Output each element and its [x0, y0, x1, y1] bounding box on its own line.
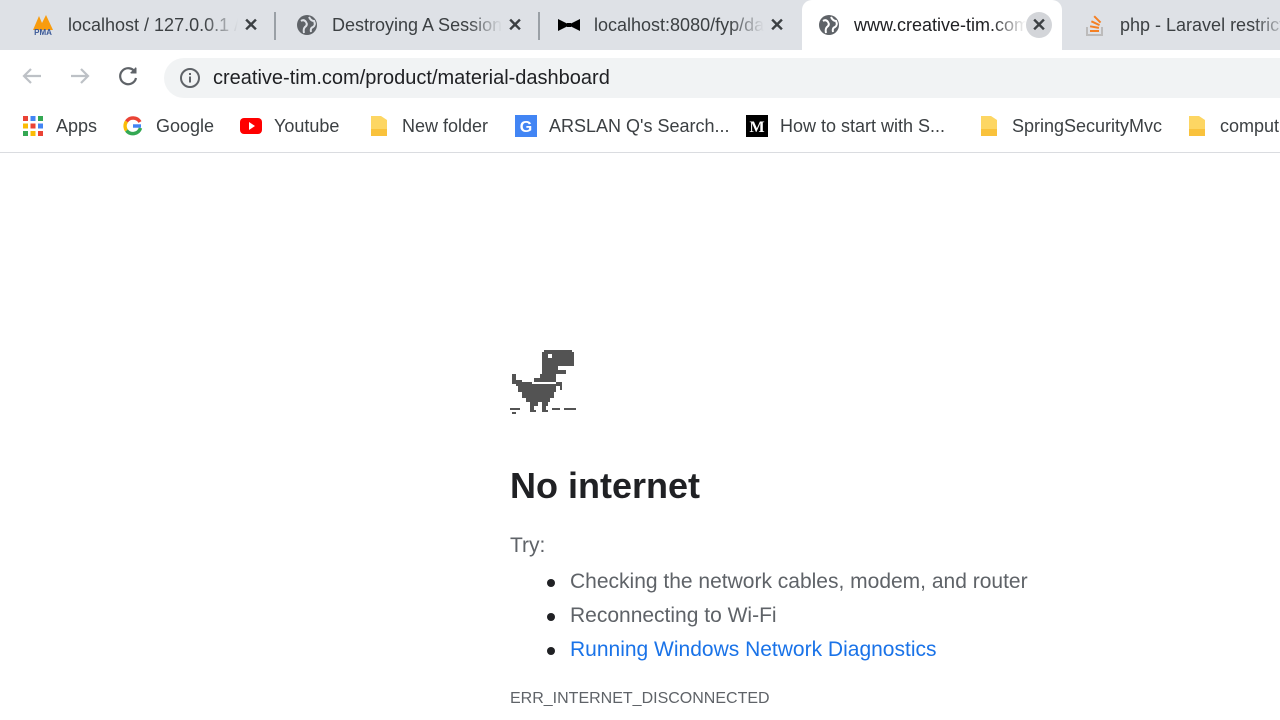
tab-creative-tim[interactable]: www.creative-tim.com ✕	[802, 0, 1062, 50]
medium-icon: M	[746, 115, 768, 137]
try-label: Try:	[510, 534, 546, 557]
bookmark-label: Google	[156, 115, 215, 136]
list-item: Checking the network cables, modem, and …	[510, 566, 1028, 600]
google-icon	[122, 115, 144, 137]
bullet-icon	[547, 613, 555, 621]
svg-text:M: M	[749, 119, 764, 136]
forward-button[interactable]	[62, 60, 98, 96]
tab-title: localhost:8080/fyp/da	[594, 14, 764, 35]
close-icon[interactable]: ✕	[1026, 12, 1052, 38]
network-diagnostics-link[interactable]: Running Windows Network Diagnostics	[570, 638, 937, 661]
toolbar: creative-tim.com/product/material-dashbo…	[0, 50, 1280, 106]
bookmark-new-folder[interactable]: New folder	[368, 106, 488, 146]
list-item: Running Windows Network Diagnostics	[510, 634, 1028, 668]
close-icon[interactable]: ✕	[502, 12, 528, 38]
globe-icon	[816, 12, 842, 38]
error-code: ERR_INTERNET_DISCONNECTED	[510, 690, 770, 707]
tab-strip: PMA localhost / 127.0.0.1 / ✕ Destroying…	[0, 0, 1280, 50]
youtube-icon	[240, 115, 262, 137]
bookmark-label: ARSLAN Q's Search...	[549, 115, 730, 136]
tab-separator	[538, 12, 540, 40]
bookmark-comput[interactable]: comput	[1186, 106, 1279, 146]
stackoverflow-icon	[1082, 12, 1108, 38]
bookmark-google[interactable]: Google	[122, 106, 214, 146]
bookmark-label: Apps	[56, 115, 98, 136]
bullet-icon	[547, 579, 555, 587]
bowtie-icon	[556, 12, 582, 38]
tab-separator	[274, 12, 276, 40]
back-arrow-icon	[21, 65, 43, 92]
bullet-icon	[547, 647, 555, 655]
g-blue-icon: G	[515, 115, 537, 137]
folder-icon	[978, 115, 1000, 137]
bookmark-label: comput	[1220, 115, 1280, 136]
tab-localhost-fyp[interactable]: localhost:8080/fyp/da ✕	[542, 0, 800, 50]
bookmark-how-to-start[interactable]: M How to start with S...	[746, 106, 945, 146]
bookmark-label: How to start with S...	[780, 115, 946, 136]
reload-button[interactable]	[110, 60, 146, 96]
bookmark-springsecuritymvc[interactable]: SpringSecurityMvc	[978, 106, 1162, 146]
globe-icon	[294, 12, 320, 38]
tab-destroying-session[interactable]: Destroying A Session ✕	[280, 0, 538, 50]
suggestion-text: Reconnecting to Wi-Fi	[570, 604, 777, 627]
bookmark-arslan-search[interactable]: G ARSLAN Q's Search...	[515, 106, 730, 146]
tab-laravel-question[interactable]: php - Laravel restrict	[1068, 0, 1280, 50]
info-icon[interactable]	[177, 65, 203, 91]
svg-text:PMA: PMA	[34, 28, 52, 36]
list-item: Reconnecting to Wi-Fi	[510, 600, 1028, 634]
forward-arrow-icon	[69, 65, 91, 92]
tab-title: php - Laravel restrict	[1120, 14, 1280, 35]
error-heading: No internet	[510, 465, 701, 506]
reload-icon	[117, 65, 139, 92]
back-button[interactable]	[14, 60, 50, 96]
bookmark-apps[interactable]: Apps	[22, 106, 97, 146]
bookmark-label: New folder	[402, 115, 489, 136]
folder-icon	[368, 115, 390, 137]
url-text[interactable]: creative-tim.com/product/material-dashbo…	[213, 67, 610, 90]
bookmark-label: SpringSecurityMvc	[1012, 115, 1163, 136]
tab-title: localhost / 127.0.0.1 /	[68, 14, 238, 35]
phpmyadmin-icon: PMA	[30, 12, 56, 38]
bookmark-label: Youtube	[274, 115, 340, 136]
suggestions-list: Checking the network cables, modem, and …	[510, 566, 1028, 668]
address-bar[interactable]: creative-tim.com/product/material-dashbo…	[164, 58, 1280, 98]
tab-phpmyadmin[interactable]: PMA localhost / 127.0.0.1 / ✕	[16, 0, 274, 50]
dinosaur-icon[interactable]	[510, 348, 578, 421]
svg-text:G: G	[520, 119, 532, 136]
close-icon[interactable]: ✕	[238, 12, 264, 38]
folder-icon	[1186, 115, 1208, 137]
bookmark-youtube[interactable]: Youtube	[240, 106, 339, 146]
suggestion-text: Checking the network cables, modem, and …	[570, 570, 1028, 593]
close-icon[interactable]: ✕	[764, 12, 790, 38]
bookmarks-bar: Apps Google Youtube New folder G ARSLAN …	[0, 106, 1280, 153]
tab-title: www.creative-tim.com	[854, 14, 1026, 35]
apps-grid-icon	[22, 115, 44, 137]
tab-title: Destroying A Session	[332, 14, 502, 35]
